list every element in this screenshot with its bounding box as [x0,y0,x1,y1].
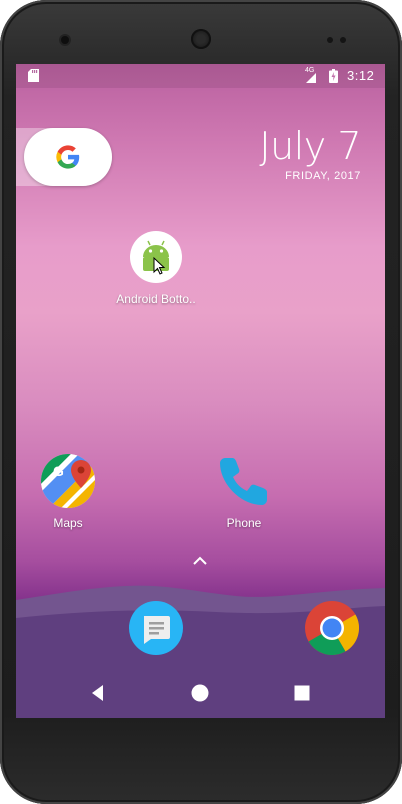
back-icon[interactable] [87,682,109,704]
date-widget-date[interactable]: July 7 [259,124,361,168]
front-camera [61,36,69,44]
android-robot-icon [130,231,182,283]
navigation-bar [16,668,385,718]
recents-icon[interactable] [291,682,313,704]
svg-text:G: G [53,463,64,479]
proximity-sensor [327,37,333,43]
earpiece-speaker [191,29,211,49]
battery-charging-icon [329,69,338,83]
sd-card-icon [28,69,39,82]
status-bar: 4G 3:12 [16,64,385,88]
app-maps[interactable]: G Maps [26,454,110,530]
app-phone[interactable]: Phone [202,454,286,530]
signal-strength-icon [306,73,316,83]
google-g-icon [56,145,80,169]
light-sensor [340,37,346,43]
google-maps-icon: G [41,454,95,508]
date-widget-weekday[interactable]: FRIDAY, 2017 [285,170,361,182]
messages-icon[interactable] [129,601,183,655]
chrome-icon[interactable] [305,601,359,655]
app-label: Android Botto.. [116,292,196,306]
app-label: Maps [53,516,83,530]
home-screen: 4G 3:12 July 7 FRIDAY, 2017 Android Bott… [16,64,385,718]
phone-handset-icon [220,458,267,505]
app-android-bottom[interactable]: Android Botto.. [114,230,198,306]
app-drawer-chevron-icon[interactable] [191,555,209,567]
app-label: Phone [226,516,262,530]
home-icon[interactable] [189,682,211,704]
status-clock: 3:12 [347,68,375,83]
phone-device-frame: 4G 3:12 July 7 FRIDAY, 2017 Android Bott… [0,0,402,804]
